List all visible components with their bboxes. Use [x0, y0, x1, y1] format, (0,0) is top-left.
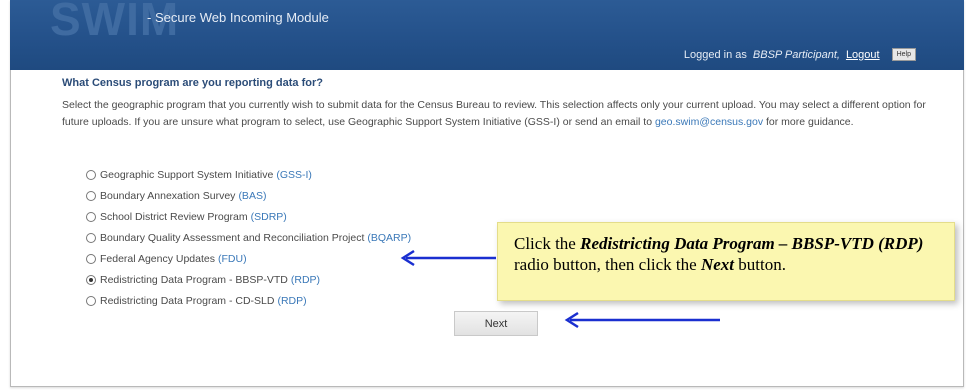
option-rdp-bbsp-vtd[interactable]: Redistricting Data Program - BBSP-VTD (R…: [86, 269, 411, 290]
user-name: BBSP Participant,: [752, 48, 840, 61]
option-abbr[interactable]: (RDP): [291, 274, 320, 286]
option-label: Boundary Annexation Survey: [100, 189, 236, 202]
option-gssi[interactable]: Geographic Support System Initiative (GS…: [86, 164, 411, 185]
option-label: School District Review Program: [100, 210, 248, 223]
option-label: Redistricting Data Program - CD-SLD: [100, 294, 275, 307]
option-abbr[interactable]: (BAS): [238, 190, 266, 202]
callout-text-1: Click the: [514, 234, 576, 253]
app-header: SWIM - Secure Web Incoming Module Logged…: [10, 0, 964, 70]
radio-icon[interactable]: [86, 169, 96, 180]
instructions-text: Select the geographic program that you c…: [62, 97, 937, 131]
help-button[interactable]: Help: [891, 48, 916, 61]
radio-icon[interactable]: [86, 253, 96, 264]
option-label: Federal Agency Updates: [100, 252, 215, 265]
option-sdrp[interactable]: School District Review Program (SDRP): [86, 206, 411, 227]
instructions-tail: for more guidance.: [766, 116, 854, 128]
logout-link[interactable]: Logout: [846, 49, 880, 61]
option-rdp-cd-sld[interactable]: Redistricting Data Program - CD-SLD (RDP…: [86, 290, 411, 311]
instruction-callout: Click the Redistricting Data Program – B…: [497, 222, 955, 301]
radio-icon[interactable]: [86, 211, 96, 222]
app-tagline: - Secure Web Incoming Module: [147, 10, 329, 25]
option-label: Redistricting Data Program - BBSP-VTD: [100, 273, 288, 286]
option-abbr[interactable]: (SDRP): [251, 211, 287, 223]
option-abbr[interactable]: (GSS-I): [276, 169, 312, 181]
option-abbr[interactable]: (BQARP): [367, 232, 411, 244]
option-abbr[interactable]: (RDP): [277, 295, 306, 307]
callout-text-2: radio button, then click the: [514, 255, 697, 274]
option-bqarp[interactable]: Boundary Quality Assessment and Reconcil…: [86, 227, 411, 248]
option-abbr[interactable]: (FDU): [218, 253, 247, 265]
login-status: Logged in as BBSP Participant, Logout He…: [684, 48, 916, 61]
arrow-to-radio-icon: [400, 249, 496, 267]
radio-icon[interactable]: [86, 232, 96, 243]
radio-icon[interactable]: [86, 295, 96, 306]
next-button[interactable]: Next: [454, 311, 538, 336]
logged-in-label: Logged in as: [683, 48, 747, 61]
option-label: Geographic Support System Initiative: [100, 168, 274, 181]
callout-bold-program: Redistricting Data Program – BBSP-VTD (R…: [580, 234, 924, 253]
arrow-to-next-icon: [564, 311, 720, 329]
email-link[interactable]: geo.swim@census.gov: [655, 116, 763, 128]
radio-selected-icon[interactable]: [86, 274, 96, 285]
callout-text-3: button.: [738, 255, 786, 274]
option-label: Boundary Quality Assessment and Reconcil…: [100, 231, 365, 244]
callout-bold-next: Next: [700, 255, 734, 274]
radio-icon[interactable]: [86, 190, 96, 201]
main-content: What Census program are you reporting da…: [62, 77, 942, 131]
page-question: What Census program are you reporting da…: [62, 77, 323, 89]
option-fdu[interactable]: Federal Agency Updates (FDU): [86, 248, 411, 269]
option-bas[interactable]: Boundary Annexation Survey (BAS): [86, 185, 411, 206]
program-options: Geographic Support System Initiative (GS…: [86, 164, 411, 311]
